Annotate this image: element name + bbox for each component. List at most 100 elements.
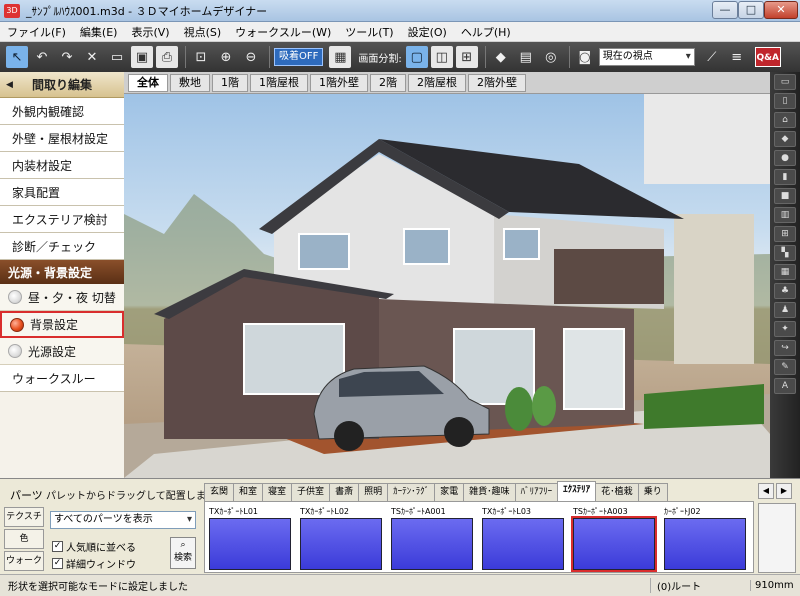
paint-icon[interactable]: ◆ bbox=[490, 46, 512, 68]
side-tab-walk[interactable]: ウォーク bbox=[4, 551, 44, 571]
sort-popular-checkbox[interactable]: ✓ 人気順に並べる bbox=[52, 539, 136, 554]
floor-icon[interactable]: ▭ bbox=[774, 74, 796, 90]
tab-site[interactable]: 敷地 bbox=[170, 73, 210, 92]
delete-icon[interactable]: ✕ bbox=[81, 46, 103, 68]
parts-filter-select[interactable]: すべてのパーツを表示 bbox=[50, 511, 196, 529]
plant-icon[interactable]: ♣ bbox=[774, 283, 796, 299]
part-thumbnail[interactable]: TSｶｰﾎﾟｰﾄA001 bbox=[391, 506, 473, 572]
curve-icon[interactable]: ↪ bbox=[774, 340, 796, 356]
tab-plants[interactable]: 花･植栽 bbox=[595, 483, 639, 501]
maximize-button[interactable]: □ bbox=[738, 1, 764, 19]
zoom-in-icon[interactable]: ⊕ bbox=[215, 46, 237, 68]
sidebar-item-furniture[interactable]: 家具配置 bbox=[0, 179, 124, 206]
viewpoint-select[interactable]: 現在の視点 bbox=[598, 48, 695, 66]
sphere-icon[interactable]: ● bbox=[774, 150, 796, 166]
tab-exterior[interactable]: ｴｸｽﾃﾘｱ bbox=[557, 481, 597, 501]
target-icon[interactable]: ◎ bbox=[540, 46, 562, 68]
tab-lighting[interactable]: 照明 bbox=[358, 483, 389, 501]
redo-icon[interactable]: ↷ bbox=[56, 46, 78, 68]
menu-tools[interactable]: ツール(T) bbox=[338, 24, 400, 40]
menu-settings[interactable]: 設定(O) bbox=[401, 24, 454, 40]
tab-goods-hobby[interactable]: 雑貨･趣味 bbox=[463, 483, 516, 501]
part-thumbnail[interactable]: TXｶｰﾎﾟｰﾄL01 bbox=[209, 506, 291, 572]
search-button[interactable]: ⌕ 検索 bbox=[170, 537, 196, 569]
menu-edit[interactable]: 編集(E) bbox=[73, 24, 125, 40]
open-folder-icon[interactable]: ▭ bbox=[106, 46, 128, 68]
menu-viewpoint[interactable]: 視点(S) bbox=[177, 24, 229, 40]
radio-background[interactable]: 背景設定 bbox=[0, 311, 124, 338]
tab-kids-room[interactable]: 子供室 bbox=[291, 483, 331, 501]
detail-window-checkbox[interactable]: ✓ 詳細ウィンドウ bbox=[52, 556, 136, 571]
tab-appliance[interactable]: 家電 bbox=[434, 483, 465, 501]
sidebar-item-diagnosis[interactable]: 診断／チェック bbox=[0, 233, 124, 260]
tab-2f-wall[interactable]: 2階外壁 bbox=[468, 73, 526, 92]
tab-study[interactable]: 書斎 bbox=[329, 483, 360, 501]
sidebar-item-interior[interactable]: 内装材設定 bbox=[0, 152, 124, 179]
cube-icon[interactable]: ■ bbox=[774, 188, 796, 204]
print-icon[interactable]: ⎙ bbox=[156, 46, 178, 68]
tab-vehicles[interactable]: 乗り bbox=[637, 483, 668, 501]
minimize-button[interactable]: — bbox=[712, 1, 738, 19]
tab-japanese-room[interactable]: 和室 bbox=[233, 483, 264, 501]
3d-viewport[interactable] bbox=[124, 94, 770, 478]
menu-help[interactable]: ヘルプ(H) bbox=[454, 24, 518, 40]
side-tab-texture[interactable]: テクスチャ bbox=[4, 507, 44, 540]
part-thumbnail[interactable]: TXｶｰﾎﾟｰﾄL03 bbox=[482, 506, 564, 572]
pointer-icon[interactable]: ↖ bbox=[6, 46, 28, 68]
tab-entrance[interactable]: 玄関 bbox=[204, 483, 235, 501]
door-icon[interactable]: ▥ bbox=[774, 207, 796, 223]
light-icon[interactable]: ✦ bbox=[774, 321, 796, 337]
zoom-fit-icon[interactable]: ⊡ bbox=[190, 46, 212, 68]
diamond-icon[interactable]: ◆ bbox=[774, 131, 796, 147]
edit-icon[interactable]: ✎ bbox=[774, 359, 796, 375]
tab-curtain-rug[interactable]: ｶｰﾃﾝ･ﾗｸﾞ bbox=[387, 483, 436, 501]
person-icon[interactable]: ♟ bbox=[774, 302, 796, 318]
close-button[interactable]: ✕ bbox=[764, 1, 798, 19]
menu-file[interactable]: ファイル(F) bbox=[0, 24, 73, 40]
save-icon[interactable]: ▣ bbox=[131, 46, 153, 68]
split-two-icon[interactable]: ◫ bbox=[430, 46, 453, 68]
fence-icon[interactable]: ▦ bbox=[774, 264, 796, 280]
tab-2f-roof[interactable]: 2階屋根 bbox=[408, 73, 466, 92]
side-tab-color[interactable]: 色 bbox=[4, 529, 44, 549]
split-four-icon[interactable]: ⊞ bbox=[455, 46, 478, 68]
window-icon[interactable]: ⊞ bbox=[774, 226, 796, 242]
ruler-icon[interactable]: ⟋ bbox=[701, 46, 723, 68]
part-thumbnail-selected[interactable]: TSｶｰﾎﾟｰﾄA003 bbox=[571, 506, 657, 572]
scroll-right-icon[interactable]: ▶ bbox=[776, 483, 792, 499]
tab-bedroom[interactable]: 寝室 bbox=[262, 483, 293, 501]
tab-1f-wall[interactable]: 1階外壁 bbox=[310, 73, 368, 92]
tab-barrier-free[interactable]: ﾊﾞﾘｱﾌﾘｰ bbox=[514, 483, 559, 501]
text-icon[interactable]: A bbox=[774, 378, 796, 394]
scroll-left-icon[interactable]: ◀ bbox=[758, 483, 774, 499]
sidebar-item-exterior-interior[interactable]: 外観内観確認 bbox=[0, 98, 124, 125]
undo-icon[interactable]: ↶ bbox=[31, 46, 53, 68]
adsorb-toggle-button[interactable]: 吸着OFF bbox=[274, 48, 324, 66]
zoom-out-icon[interactable]: ⊖ bbox=[240, 46, 262, 68]
layers-icon[interactable]: ≡ bbox=[726, 46, 748, 68]
palette-scrollbar[interactable] bbox=[758, 503, 796, 573]
radio-day-night[interactable]: 昼・夕・夜 切替 bbox=[0, 284, 124, 311]
sidebar-item-walkthrough[interactable]: ウォークスルー bbox=[0, 365, 124, 392]
qa-button[interactable]: Q&A bbox=[754, 47, 781, 67]
tab-all[interactable]: 全体 bbox=[128, 73, 168, 92]
grid-icon[interactable]: ▦ bbox=[329, 46, 352, 68]
menu-walkthrough[interactable]: ウォークスルー(W) bbox=[228, 24, 338, 40]
sidebar-item-exterior-study[interactable]: エクステリア検討 bbox=[0, 206, 124, 233]
roof-icon[interactable]: ⌂ bbox=[774, 112, 796, 128]
cylinder-icon[interactable]: ▮ bbox=[774, 169, 796, 185]
stairs-icon[interactable]: ▚ bbox=[774, 245, 796, 261]
sidebar-item-wall-roof[interactable]: 外壁・屋根材設定 bbox=[0, 125, 124, 152]
tab-2f[interactable]: 2階 bbox=[370, 73, 406, 92]
wall-icon[interactable]: ▯ bbox=[774, 93, 796, 109]
part-thumbnail[interactable]: ｶｰﾎﾟｰﾄJ02 bbox=[664, 506, 746, 572]
part-thumbnail[interactable]: TXｶｰﾎﾟｰﾄL02 bbox=[300, 506, 382, 572]
split-single-icon[interactable]: ▢ bbox=[405, 46, 428, 68]
radio-light-source[interactable]: 光源設定 bbox=[0, 338, 124, 365]
floorplan-edit-button[interactable]: ◀ 間取り編集 bbox=[0, 72, 124, 98]
camera-icon[interactable]: ◙ bbox=[574, 46, 596, 68]
menu-view[interactable]: 表示(V) bbox=[124, 24, 176, 40]
tab-1f-roof[interactable]: 1階屋根 bbox=[250, 73, 308, 92]
tab-1f[interactable]: 1階 bbox=[212, 73, 248, 92]
box-icon[interactable]: ▤ bbox=[515, 46, 537, 68]
